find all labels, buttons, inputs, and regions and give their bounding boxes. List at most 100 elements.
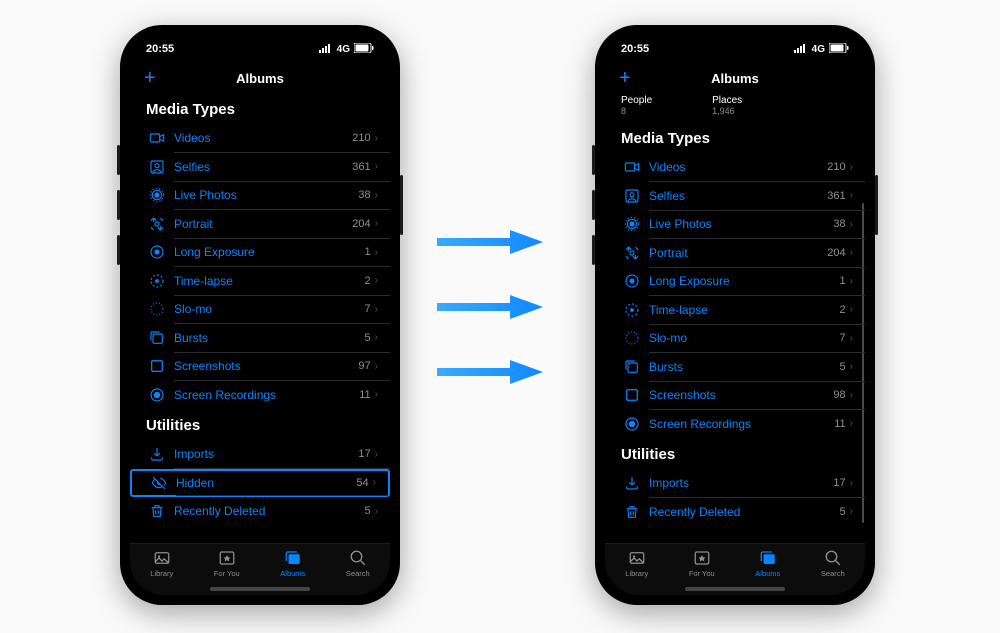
row-count: 1 — [840, 275, 846, 287]
row-hidden[interactable]: Hidden54› — [130, 469, 390, 498]
trash-icon — [146, 503, 168, 519]
row-live[interactable]: Live Photos38› — [605, 210, 865, 239]
row-label: Time-lapse — [168, 274, 365, 288]
row-timelapse[interactable]: Time-lapse2› — [605, 296, 865, 325]
row-label: Selfies — [168, 160, 352, 174]
row-label: Screen Recordings — [643, 417, 834, 431]
row-video[interactable]: Videos210› — [605, 153, 865, 182]
trash-icon — [621, 504, 643, 520]
row-screenshot[interactable]: Screenshots98› — [605, 381, 865, 410]
tab-icon — [153, 549, 171, 567]
screen-right: 20:55 4G + Albums People 8 — [605, 35, 865, 595]
row-live[interactable]: Live Photos38› — [130, 181, 390, 210]
selfie-icon — [621, 188, 643, 204]
tab-icon — [693, 549, 711, 567]
tab-label: For You — [689, 569, 715, 578]
row-count: 54 — [356, 477, 368, 489]
row-portrait[interactable]: Portrait204› — [605, 239, 865, 268]
row-label: Bursts — [643, 360, 840, 374]
row-slomo[interactable]: Slo-mo7› — [605, 324, 865, 353]
tab-label: For You — [214, 569, 240, 578]
chevron-icon: › — [375, 332, 378, 343]
tab-albums[interactable]: Albums — [280, 549, 305, 578]
row-count: 204 — [827, 247, 845, 259]
tab-for-you[interactable]: For You — [689, 549, 715, 578]
row-label: Recently Deleted — [168, 504, 365, 518]
tab-icon — [628, 549, 646, 567]
content[interactable]: People 8 Places 1,946 Media Types Videos… — [605, 93, 865, 543]
screen-left: 20:55 4G + Albums Media Types Videos210›… — [130, 35, 390, 595]
row-import[interactable]: Imports17› — [605, 469, 865, 498]
row-trash[interactable]: Recently Deleted5› — [130, 497, 390, 526]
row-longexp[interactable]: Long Exposure1› — [130, 238, 390, 267]
row-label: Screenshots — [168, 359, 358, 373]
places-count: 1,946 — [712, 106, 742, 116]
row-bursts[interactable]: Bursts5› — [130, 324, 390, 353]
chevron-icon: › — [850, 276, 853, 287]
row-slomo[interactable]: Slo-mo7› — [130, 295, 390, 324]
row-selfie[interactable]: Selfies361› — [605, 182, 865, 211]
row-label: Screen Recordings — [168, 388, 359, 402]
chevron-icon: › — [850, 162, 853, 173]
navbar: + Albums — [130, 63, 390, 93]
chevron-icon: › — [850, 361, 853, 372]
section-media-types: Media Types — [605, 122, 865, 153]
selfie-icon — [146, 159, 168, 175]
tab-icon — [284, 549, 302, 567]
chevron-icon: › — [373, 477, 376, 488]
bursts-icon — [146, 330, 168, 346]
time-label: 20:55 — [146, 43, 174, 55]
longexp-icon — [146, 244, 168, 260]
signal-icon — [319, 43, 333, 56]
row-trash[interactable]: Recently Deleted5› — [605, 498, 865, 527]
add-button[interactable]: + — [619, 68, 631, 88]
home-indicator[interactable] — [210, 587, 310, 591]
import-icon — [146, 446, 168, 462]
row-selfie[interactable]: Selfies361› — [130, 153, 390, 182]
tab-search[interactable]: Search — [346, 549, 370, 578]
chevron-icon: › — [850, 247, 853, 258]
row-portrait[interactable]: Portrait204› — [130, 210, 390, 239]
row-label: Slo-mo — [643, 331, 840, 345]
row-count: 361 — [352, 161, 370, 173]
phone-right: 20:55 4G + Albums People 8 — [595, 25, 875, 605]
recording-icon — [146, 387, 168, 403]
chevron-icon: › — [375, 218, 378, 229]
row-recording[interactable]: Screen Recordings11› — [130, 381, 390, 410]
tab-icon — [349, 549, 367, 567]
row-count: 5 — [840, 506, 846, 518]
people-places-row[interactable]: People 8 Places 1,946 — [605, 93, 865, 122]
home-indicator[interactable] — [685, 587, 785, 591]
row-recording[interactable]: Screen Recordings11› — [605, 410, 865, 439]
row-count: 5 — [840, 361, 846, 373]
row-count: 97 — [358, 360, 370, 372]
chevron-icon: › — [375, 275, 378, 286]
status-right: 4G — [794, 43, 849, 56]
row-screenshot[interactable]: Screenshots97› — [130, 352, 390, 381]
arrow-1 — [435, 230, 545, 254]
tab-label: Albums — [280, 569, 305, 578]
tab-library[interactable]: Library — [625, 549, 648, 578]
row-video[interactable]: Videos210› — [130, 124, 390, 153]
row-bursts[interactable]: Bursts5 › — [605, 353, 865, 382]
navbar: + Albums — [605, 63, 865, 93]
tab-search[interactable]: Search — [821, 549, 845, 578]
content[interactable]: Media Types Videos210›Selfies361›Live Ph… — [130, 93, 390, 543]
row-label: Long Exposure — [168, 245, 365, 259]
tab-albums[interactable]: Albums — [755, 549, 780, 578]
row-longexp[interactable]: Long Exposure1› — [605, 267, 865, 296]
row-count: 2 — [365, 275, 371, 287]
row-count: 17 — [358, 448, 370, 460]
row-timelapse[interactable]: Time-lapse2 › — [130, 267, 390, 296]
chevron-icon: › — [375, 506, 378, 517]
tab-library[interactable]: Library — [150, 549, 173, 578]
row-label: Imports — [643, 476, 833, 490]
import-icon — [621, 475, 643, 491]
chevron-icon: › — [850, 304, 853, 315]
hidden-icon — [148, 475, 170, 491]
row-import[interactable]: Imports17› — [130, 440, 390, 469]
add-button[interactable]: + — [144, 68, 156, 88]
tab-for-you[interactable]: For You — [214, 549, 240, 578]
live-icon — [621, 216, 643, 232]
chevron-icon: › — [850, 478, 853, 489]
